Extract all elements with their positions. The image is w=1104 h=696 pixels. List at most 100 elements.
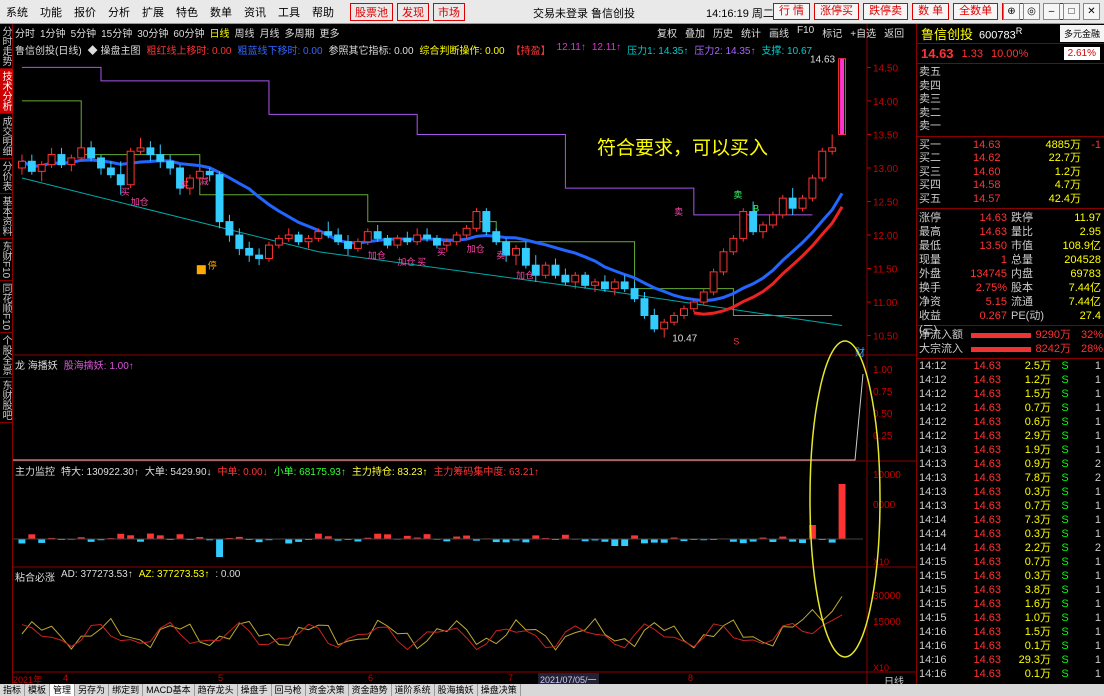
kline-chart[interactable]: 14.50 14.00 13.50 13.00 12.50 12.00 11.50 11.00… [13,24,916,684]
chart-tool-button[interactable]: 画线 [769,25,789,40]
top-button[interactable]: 跌停卖 [863,3,909,20]
candle-body [600,281,609,290]
menu-item[interactable]: 系统 [0,4,34,20]
indicator-tab[interactable]: 模板 [25,684,51,696]
left-tab[interactable]: 成交明细 [0,114,13,159]
close-icon[interactable]: ✕ [1083,3,1100,20]
top-button[interactable]: 全数单 [953,3,999,20]
order-price[interactable]: 14.58 [973,179,1021,193]
order-price[interactable]: 14.60 [973,166,1021,180]
indicator-tab[interactable]: MACD基本 [143,684,195,696]
menu-item[interactable]: 帮助 [306,4,340,20]
order-price[interactable] [973,80,1021,94]
menu-item[interactable]: 报价 [68,4,102,20]
left-tab[interactable]: 分时走势 [0,24,13,69]
order-price[interactable] [973,107,1021,121]
top-button[interactable]: 涨停买 [814,3,860,20]
menu-item[interactable]: 功能 [34,4,68,20]
panel-header-item: 主力监控 [15,467,55,478]
indicator-tab[interactable]: 资金趋势 [349,684,392,696]
stat-row: 外盘 134745 内盘 69783 [917,267,1104,281]
menu-item[interactable]: 分析 [102,4,136,20]
chart-tool-button[interactable]: 标记 [822,25,842,40]
top-button[interactable]: 行 情 [773,3,811,20]
menu-link[interactable]: 股票池 [350,2,393,21]
indicator-tab[interactable]: 趋存龙头 [195,684,238,696]
tick-volume: 0.1万 [1024,668,1051,680]
period-tab[interactable]: 更多 [320,25,340,40]
left-tab[interactable]: 东财F10 [0,239,13,282]
minimize-icon[interactable]: – [1043,3,1060,20]
sector-tag[interactable]: 多元金融 [1059,25,1104,42]
tick-count: 2 [1094,542,1101,554]
indicator-tab[interactable]: 操盘手 [238,684,272,696]
tick-row: 14:15 14.63 1.0万 S 1 [917,611,1104,625]
candle-body [749,211,758,233]
order-price[interactable]: 14.63 [973,139,1021,153]
chart-tool-button[interactable]: 复权 [657,25,677,40]
quote-price-row: 14.63 1.33 10.00% 2.61% [917,44,1104,64]
candle-body [551,264,560,276]
period-tab[interactable]: 周线 [235,25,255,40]
left-tab[interactable]: 东财股吧 [0,378,13,424]
menu-item[interactable]: 资讯 [238,4,272,20]
order-price[interactable] [973,93,1021,107]
top-button[interactable]: 数 单 [912,3,950,20]
indicator-value: 鲁信创投(日线) [15,46,82,57]
left-tab[interactable]: 同花顺F10 [0,281,13,334]
chart-tool-button[interactable]: 返回 [884,25,904,40]
period-tab[interactable]: 15分钟 [101,25,132,40]
menu-item[interactable]: 数单 [204,4,238,20]
left-tab[interactable]: 分价表 [0,159,13,194]
tick-price: 14.63 [973,612,1001,624]
candle-body [680,308,688,316]
menu-item[interactable]: 特色 [170,4,204,20]
indicator-tab[interactable]: 指标 [0,684,26,696]
indicator-tab[interactable]: 管理 [50,684,76,696]
period-tab[interactable]: 月线 [260,25,280,40]
flow-value: 9290万 [1035,329,1071,341]
indicator-tab[interactable]: 绑定到 [109,684,144,696]
menu-item[interactable]: 扩展 [136,4,170,20]
tick-side: S [1061,668,1069,680]
tick-count: 1 [1094,640,1101,652]
chart-tool-button[interactable]: 叠加 [685,25,705,40]
indicator-tab[interactable]: 道阶系统 [392,684,435,696]
left-tab[interactable]: 基本资料 [0,194,13,239]
main-menu: 系统 功能 报价 分析 扩展 特色 数单 资讯 工具 帮助 [0,4,340,20]
period-tab[interactable]: 30分钟 [137,25,168,40]
maximize-icon[interactable]: □ [1063,3,1080,20]
period-tab[interactable]: 60分钟 [173,25,204,40]
indicator-tab[interactable]: 操盘决策 [478,684,521,696]
menu-item[interactable]: 工具 [272,4,306,20]
tick-price: 14.63 [973,458,1001,470]
order-price[interactable] [973,120,1021,134]
chart-tool-button[interactable]: 统计 [741,25,761,40]
left-tab[interactable]: 个股全景 [0,333,13,379]
menu-link[interactable]: 市场 [433,2,465,21]
candle-body [274,237,283,246]
period-tab[interactable]: 1分钟 [40,25,66,40]
chart-tool-button[interactable]: 历史 [713,25,733,40]
stat-label: 市值 [1011,240,1033,252]
pin-icon[interactable]: ⊕ [1003,3,1020,20]
menu-link[interactable]: 发现 [397,2,429,21]
period-tab[interactable]: 分时 [15,25,35,40]
order-price[interactable]: 14.62 [973,152,1021,166]
chart-tool-button[interactable]: F10 [797,25,814,40]
settings-icon[interactable]: ◎ [1023,3,1040,20]
period-tab[interactable]: 日线 [210,25,230,40]
order-price[interactable]: 14.57 [973,193,1021,207]
indicator-tab[interactable]: 另存为 [75,684,110,696]
candle-body [778,197,787,216]
indicator-tab[interactable]: 回马枪 [272,684,306,696]
tick-volume: 1.9万 [1024,444,1051,456]
period-tab[interactable]: 多周期 [285,25,315,40]
indicator-tab[interactable]: 股海擒妖 [435,684,478,696]
tick-side: S [1061,486,1069,498]
indicator-tab[interactable]: 资金决策 [306,684,349,696]
chart-tool-button[interactable]: +自选 [850,25,876,40]
period-tab[interactable]: 5分钟 [71,25,97,40]
left-tab[interactable]: 技术分析 [0,69,13,114]
order-price[interactable] [973,66,1021,80]
